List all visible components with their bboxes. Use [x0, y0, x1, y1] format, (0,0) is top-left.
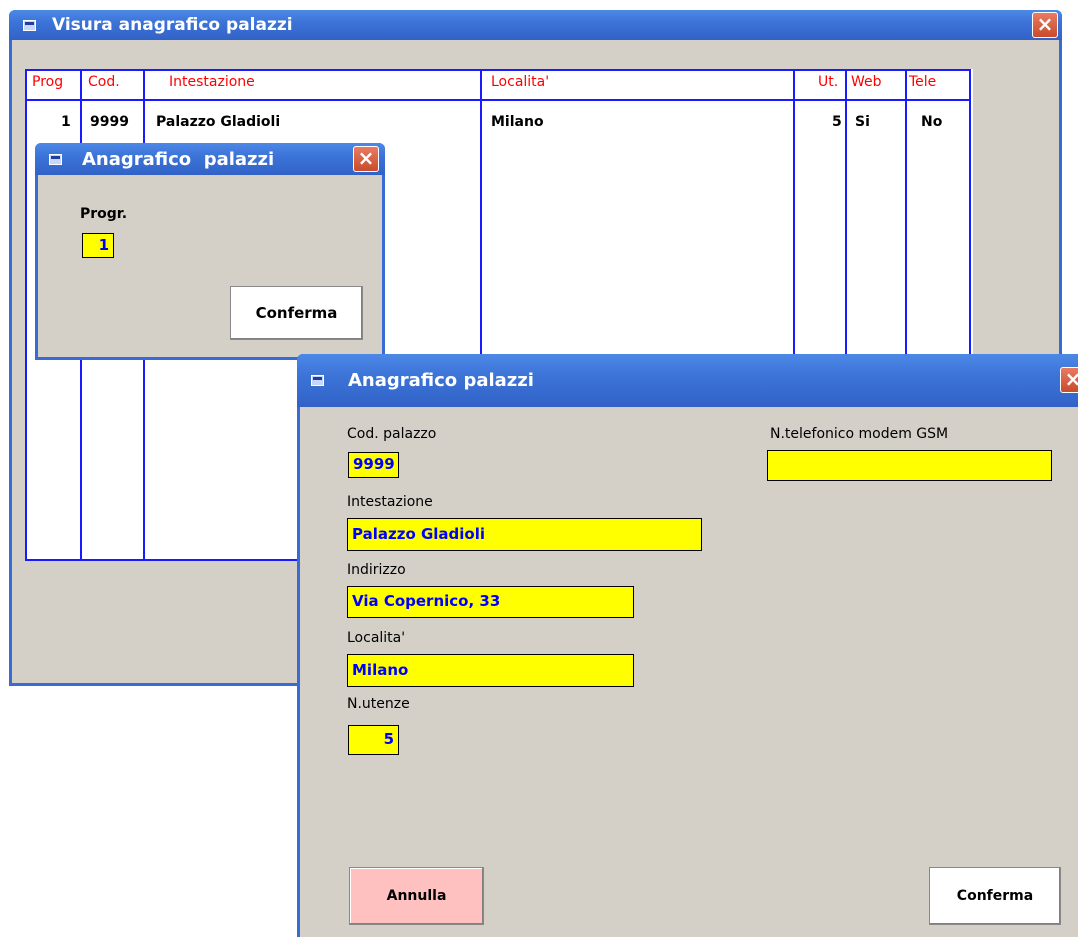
close-icon[interactable]: ×: [1032, 12, 1058, 38]
anagrafico-dialog: Anagrafico palazzi × Cod. palazzo 9999 N…: [297, 354, 1078, 937]
localita-label: Localita': [347, 630, 406, 646]
utenze-label: N.utenze: [347, 696, 410, 712]
indirizzo-field[interactable]: Via Copernico, 33: [347, 586, 634, 618]
intestazione-field[interactable]: Palazzo Gladioli: [347, 518, 702, 551]
grid-line: [25, 69, 27, 561]
column-header-intestazione[interactable]: Intestazione: [169, 74, 255, 90]
confirm-label: Conferma: [956, 888, 1034, 904]
cod-palazzo-field[interactable]: 9999: [348, 452, 399, 478]
confirm-button[interactable]: Conferma: [230, 286, 363, 340]
column-header-cod[interactable]: Cod.: [88, 74, 120, 90]
close-glyph: ×: [1064, 367, 1078, 391]
close-icon[interactable]: ×: [1060, 367, 1078, 393]
cancel-button[interactable]: Annulla: [349, 867, 484, 925]
column-header-tele[interactable]: Tele: [909, 74, 936, 90]
gsm-label: N.telefonico modem GSM: [770, 426, 949, 442]
progr-label: Progr.: [80, 206, 128, 222]
cell-tele[interactable]: No: [921, 114, 942, 130]
intestazione-label: Intestazione: [347, 494, 433, 510]
confirm-label: Conferma: [255, 304, 338, 322]
intestazione-value: Palazzo Gladioli: [352, 525, 486, 543]
confirm-button[interactable]: Conferma: [929, 867, 1061, 925]
window-app-icon: [23, 19, 36, 31]
window-app-icon: [49, 153, 62, 165]
close-icon[interactable]: ×: [353, 146, 379, 172]
progr-field[interactable]: 1: [82, 233, 114, 258]
window-app-icon: [311, 375, 324, 386]
anagrafico-titlebar[interactable]: Anagrafico palazzi ×: [297, 354, 1078, 407]
cell-cod[interactable]: 9999: [90, 114, 129, 130]
anagrafico-title: Anagrafico palazzi: [348, 370, 534, 391]
column-header-prog[interactable]: Prog: [32, 74, 63, 90]
indirizzo-value: Via Copernico, 33: [352, 592, 501, 610]
progr-dialog: Anagrafico palazzi × Progr. 1 Conferma: [35, 143, 385, 360]
column-header-web[interactable]: Web: [851, 74, 882, 90]
indirizzo-label: Indirizzo: [347, 562, 406, 578]
cell-ut[interactable]: 5: [832, 114, 842, 130]
cell-localita[interactable]: Milano: [491, 114, 544, 130]
localita-value: Milano: [352, 661, 409, 679]
grid-line: [25, 99, 971, 101]
cod-palazzo-label: Cod. palazzo: [347, 426, 437, 442]
localita-field[interactable]: Milano: [347, 654, 634, 687]
cancel-label: Annulla: [386, 888, 447, 904]
utenze-value: 5: [383, 730, 394, 748]
close-glyph: ×: [357, 146, 375, 170]
visura-title: Visura anagrafico palazzi: [52, 15, 293, 35]
column-header-ut[interactable]: Ut.: [818, 74, 838, 90]
visura-titlebar[interactable]: Visura anagrafico palazzi ×: [9, 10, 1062, 40]
column-header-localita[interactable]: Localita': [491, 74, 549, 90]
grid-line: [25, 69, 971, 71]
progr-dialog-title: Anagrafico palazzi: [82, 148, 275, 170]
cell-web[interactable]: Si: [855, 114, 870, 130]
cod-palazzo-value: 9999: [353, 455, 395, 473]
close-glyph: ×: [1036, 12, 1054, 36]
progr-dialog-titlebar[interactable]: Anagrafico palazzi ×: [35, 143, 385, 175]
progr-value: 1: [98, 236, 109, 254]
cell-prog[interactable]: 1: [61, 114, 71, 130]
utenze-field[interactable]: 5: [348, 725, 399, 755]
gsm-field[interactable]: [767, 450, 1052, 481]
cell-intestazione[interactable]: Palazzo Gladioli: [156, 114, 280, 130]
